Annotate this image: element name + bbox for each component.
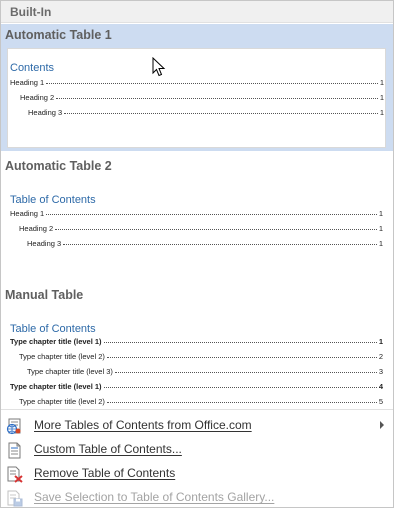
menu-item-label: Remove Table of Contents	[34, 466, 176, 480]
gallery-item-automatic-table-2[interactable]: Automatic Table 2 Table of Contents Head…	[1, 152, 393, 282]
toc-preview: Contents Heading 11 Heading 21 Heading 3…	[7, 48, 386, 148]
toc-preview-line: Heading 11	[10, 209, 383, 218]
submenu-arrow-icon	[380, 421, 384, 429]
toc-preview-title: Table of Contents	[10, 323, 96, 335]
toc-preview-title: Table of Contents	[10, 194, 96, 206]
section-header-built-in: Built-In	[1, 1, 393, 23]
gallery-item-manual-table[interactable]: Manual Table Table of Contents Type chap…	[1, 282, 393, 408]
toc-preview-line: Heading 31	[28, 108, 384, 117]
gallery-item-title: Automatic Table 1	[5, 28, 112, 42]
menu-divider	[1, 409, 393, 410]
gallery-item-automatic-table-1[interactable]: Automatic Table 1 Contents Heading 11 He…	[1, 24, 393, 151]
toc-preview-title: Contents	[10, 62, 55, 74]
toc-preview-line: Heading 31	[27, 239, 383, 248]
toc-preview-line: Type chapter title (level 1) 4	[10, 382, 383, 391]
save-selection-gallery-menu-item: Save Selection to Table of Contents Gall…	[1, 486, 393, 510]
toc-preview-line: Type chapter title (level 2) 5	[19, 397, 383, 406]
more-tocs-office-menu-item[interactable]: More Tables of Contents from Office.com	[1, 414, 393, 438]
menu-item-label: Save Selection to Table of Contents Gall…	[34, 490, 275, 504]
toc-preview-line: Heading 11	[10, 78, 384, 87]
save-gallery-icon	[6, 490, 23, 507]
office-toc-icon	[6, 418, 23, 435]
custom-toc-menu-item[interactable]: Custom Table of Contents...	[1, 438, 393, 462]
gallery-item-title: Automatic Table 2	[5, 159, 112, 173]
toc-preview-line: Heading 21	[19, 224, 383, 233]
toc-preview: Table of Contents Heading 11 Heading 21 …	[7, 188, 384, 258]
toc-preview-line: Type chapter title (level 1) 1	[10, 337, 383, 346]
document-icon	[6, 442, 23, 459]
toc-preview-line: Heading 21	[20, 93, 384, 102]
toc-preview-line: Type chapter title (level 2) 2	[19, 352, 383, 361]
remove-toc-icon	[6, 466, 23, 483]
gallery-item-title: Manual Table	[5, 288, 84, 302]
toc-preview: Table of Contents Type chapter title (le…	[7, 318, 384, 408]
mouse-cursor-icon	[152, 57, 166, 77]
remove-toc-menu-item[interactable]: Remove Table of Contents	[1, 462, 393, 486]
toc-preview-line: Type chapter title (level 3) 3	[27, 367, 383, 376]
menu-item-label: Custom Table of Contents...	[34, 442, 182, 456]
menu-item-label: More Tables of Contents from Office.com	[34, 418, 252, 432]
